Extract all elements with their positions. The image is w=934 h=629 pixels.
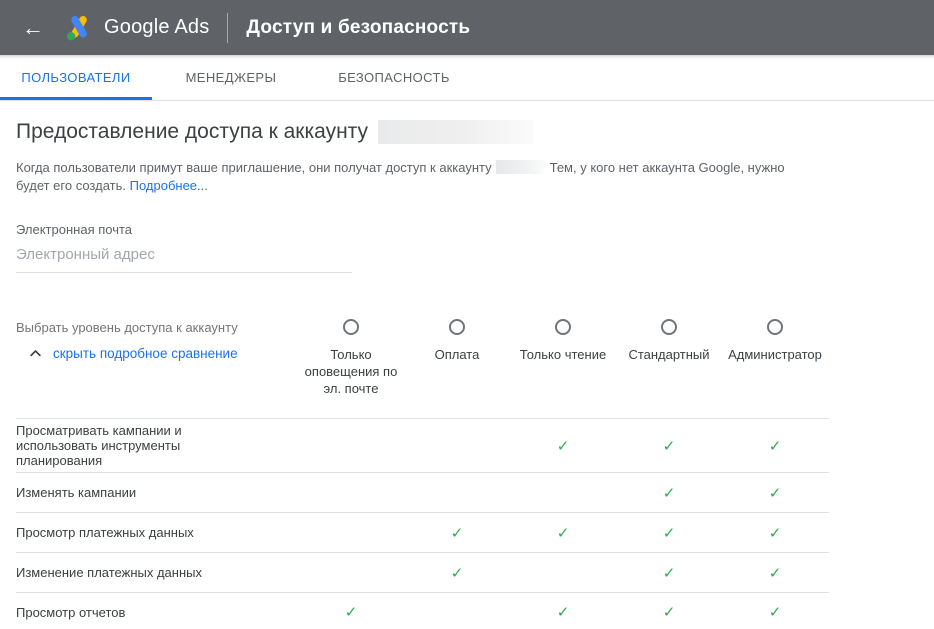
google-ads-logo-icon: Google Ads — [64, 13, 209, 43]
radio-standard[interactable] — [661, 319, 677, 335]
check-icon: ✓ — [722, 564, 828, 582]
permission-label: Изменять кампании — [16, 485, 228, 500]
check-icon: ✓ — [616, 524, 722, 542]
description: Когда пользователи примут ваше приглашен… — [16, 159, 816, 195]
level-admin: Администратор — [722, 346, 828, 397]
table-row: Просмотр платежных данных✓✓✓✓ — [16, 512, 829, 552]
level-read-only: Только чтение — [510, 346, 616, 397]
redacted-account-id — [378, 120, 534, 144]
email-label: Электронная почта — [16, 222, 918, 237]
check-icon: ✓ — [510, 437, 616, 455]
toggle-comparison-label[interactable]: скрыть подробное сравнение — [53, 346, 238, 361]
chevron-up-icon[interactable] — [28, 346, 43, 361]
level-email-only: Только оповещения по эл. почте — [298, 346, 404, 397]
permissions-table: Просматривать кампании и использовать ин… — [16, 418, 829, 629]
check-icon: ✓ — [722, 484, 828, 502]
table-row: Изменять кампании ✓✓ — [16, 472, 829, 512]
page-title: Доступ и безопасность — [246, 17, 470, 39]
table-row: Просматривать кампании и использовать ин… — [16, 418, 829, 472]
permission-label: Просматривать кампании и использовать ин… — [16, 423, 228, 468]
email-section: Электронная почта — [16, 222, 918, 273]
tab-users[interactable]: ПОЛЬЗОВАТЕЛИ — [0, 55, 152, 100]
check-icon: ✓ — [616, 603, 722, 621]
access-level-label: Выбрать уровень доступа к аккаунту — [16, 320, 298, 335]
learn-more-link[interactable]: Подробнее... — [130, 178, 208, 193]
email-input[interactable] — [16, 239, 352, 273]
table-row: Просмотр отчетов✓✓✓✓ — [16, 592, 829, 629]
tab-bar: ПОЛЬЗОВАТЕЛИ МЕНЕДЖЕРЫ БЕЗОПАСНОСТЬ — [0, 55, 934, 101]
check-icon: ✓ — [616, 564, 722, 582]
check-icon: ✓ — [298, 603, 404, 621]
app-header: ← Google Ads Доступ и безопасность — [0, 0, 934, 55]
check-icon: ✓ — [722, 437, 828, 455]
check-icon: ✓ — [510, 603, 616, 621]
header-divider — [227, 13, 228, 43]
level-billing: Оплата — [404, 346, 510, 397]
check-icon: ✓ — [722, 603, 828, 621]
section-title: Предоставление доступа к аккаунту — [16, 118, 918, 146]
google-ads-access-page: ← Google Ads Доступ и безопасность ПОЛЬЗ… — [0, 0, 934, 629]
tab-managers[interactable]: МЕНЕДЖЕРЫ — [152, 55, 310, 100]
access-level-header: Выбрать уровень доступа к аккаунту — [16, 319, 918, 335]
brand-text: Google Ads — [104, 16, 209, 39]
section-title-text: Предоставление доступа к аккаунту — [16, 118, 368, 146]
permission-label: Изменение платежных данных — [16, 565, 228, 580]
check-icon: ✓ — [722, 524, 828, 542]
redacted-account-id-inline — [496, 160, 544, 174]
radio-admin[interactable] — [767, 319, 783, 335]
permission-label: Просмотр отчетов — [16, 605, 228, 620]
check-icon: ✓ — [616, 484, 722, 502]
description-text-1: Когда пользователи примут ваше приглашен… — [16, 160, 492, 175]
level-standard: Стандартный — [616, 346, 722, 397]
check-icon: ✓ — [404, 524, 510, 542]
toggle-comparison[interactable]: скрыть подробное сравнение — [16, 346, 298, 361]
table-row: Изменение платежных данных✓✓✓ — [16, 552, 829, 592]
check-icon: ✓ — [510, 524, 616, 542]
access-level-names: скрыть подробное сравнение Только оповещ… — [16, 346, 918, 397]
check-icon: ✓ — [616, 437, 722, 455]
radio-billing[interactable] — [449, 319, 465, 335]
permission-label: Просмотр платежных данных — [16, 525, 228, 540]
tab-security[interactable]: БЕЗОПАСНОСТЬ — [310, 55, 478, 100]
main-content: Предоставление доступа к аккаунту Когда … — [0, 118, 934, 629]
back-arrow-icon[interactable]: ← — [18, 17, 48, 39]
check-icon: ✓ — [404, 564, 510, 582]
radio-read-only[interactable] — [555, 319, 571, 335]
radio-email-only[interactable] — [343, 319, 359, 335]
